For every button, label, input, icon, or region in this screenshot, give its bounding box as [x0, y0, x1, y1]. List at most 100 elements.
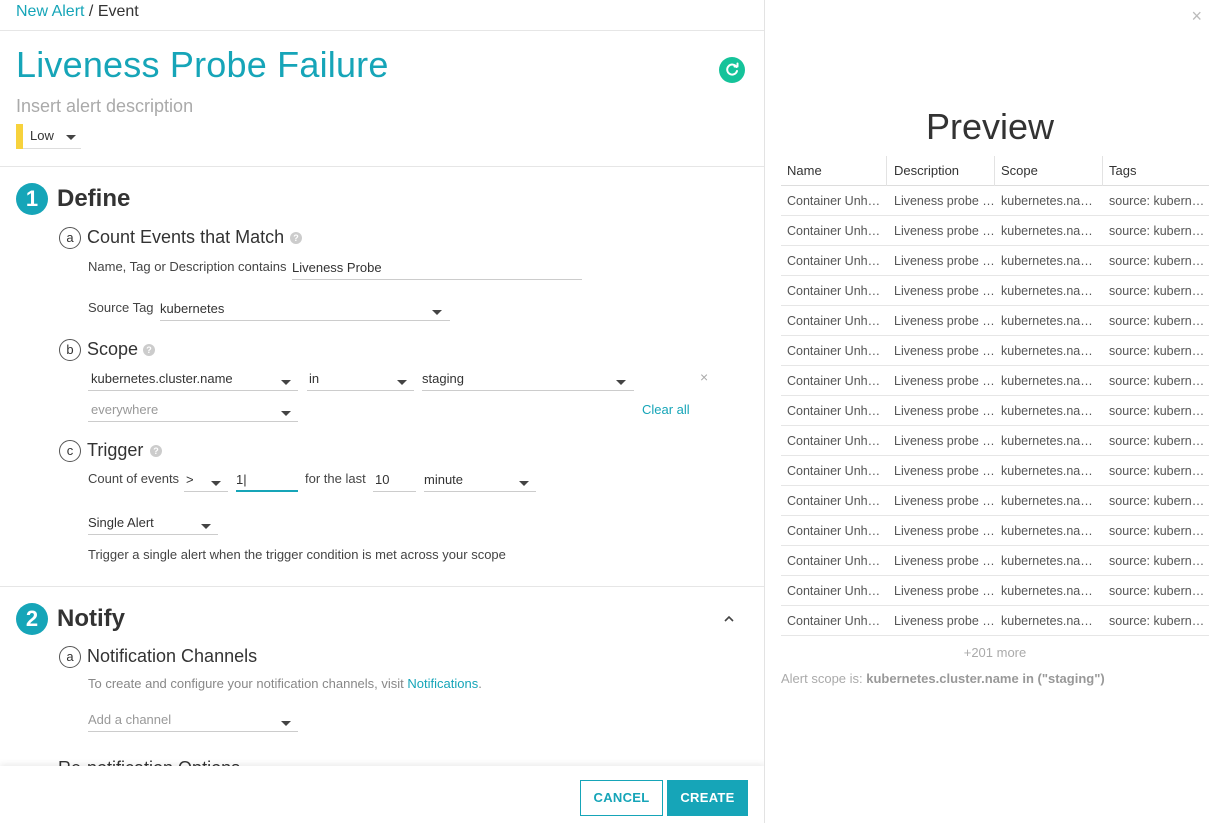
table-row[interactable]: Container Unhealthy Liveness probe failed… — [781, 516, 1209, 546]
source-tag-label: Source Tag — [88, 300, 154, 315]
table-row[interactable]: Container Unhealthy Liveness probe failed… — [781, 486, 1209, 516]
subsection-title-trigger: Trigger — [87, 440, 144, 460]
severity-select[interactable]: Low — [16, 124, 81, 149]
cell-name: Container Unhealthy — [787, 314, 887, 328]
cell-name: Container Unhealthy — [787, 524, 887, 538]
cell-tags: source: kubernetes — [1109, 554, 1209, 568]
cell-scope: kubernetes.namespace — [1001, 584, 1103, 598]
create-button[interactable]: CREATE — [667, 780, 748, 816]
table-row[interactable]: Container Unhealthy Liveness probe failed… — [781, 426, 1209, 456]
cell-tags: source: kubernetes — [1109, 614, 1209, 628]
cell-scope: kubernetes.namespace — [1001, 434, 1103, 448]
cell-description: Liveness probe failed — [894, 314, 995, 328]
channels-help-text: To create and configure your notificatio… — [88, 676, 482, 691]
trigger-help-text: Trigger a single alert when the trigger … — [88, 547, 506, 562]
breadcrumb-link-new-alert[interactable]: New Alert — [16, 3, 84, 20]
table-row[interactable]: Container Unhealthy Liveness probe failed… — [781, 306, 1209, 336]
caret-down-icon — [519, 481, 529, 486]
help-icon[interactable]: ? — [143, 344, 155, 356]
preview-title: Preview — [925, 106, 1055, 147]
column-header-tags[interactable]: Tags — [1103, 156, 1209, 186]
cell-scope: kubernetes.namespace — [1001, 284, 1103, 298]
close-icon[interactable]: × — [1191, 6, 1202, 27]
alert-mode-select[interactable]: Single Alert — [88, 511, 218, 535]
cell-description: Liveness probe failed — [894, 524, 995, 538]
cell-description: Liveness probe failed — [894, 434, 995, 448]
source-tag-select[interactable]: kubernetes — [160, 297, 450, 321]
scope-key-select[interactable]: kubernetes.cluster.name — [88, 367, 298, 391]
scope-key-value: kubernetes.cluster.name — [91, 371, 233, 386]
scope-value-select[interactable]: staging — [422, 367, 634, 391]
cell-tags: source: kubernetes — [1109, 464, 1209, 478]
more-events-count[interactable]: +201 more — [766, 645, 1214, 660]
table-row[interactable]: Container Unhealthy Liveness probe failed… — [781, 366, 1209, 396]
refresh-icon[interactable] — [719, 57, 745, 83]
cell-name: Container Unhealthy — [787, 554, 887, 568]
cell-scope: kubernetes.namespace — [1001, 254, 1103, 268]
scope-operator-select[interactable]: in — [307, 367, 414, 391]
table-header: Name Description Scope Tags — [781, 156, 1209, 186]
help-icon[interactable]: ? — [290, 232, 302, 244]
table-row[interactable]: Container Unhealthy Liveness probe failed… — [781, 456, 1209, 486]
cancel-button[interactable]: CANCEL — [580, 780, 663, 816]
substep-letter: b — [59, 339, 81, 361]
cell-description: Liveness probe failed — [894, 404, 995, 418]
help-icon[interactable]: ? — [150, 445, 162, 457]
table-row[interactable]: Container Unhealthy Liveness probe failed… — [781, 246, 1209, 276]
caret-down-icon — [432, 310, 442, 315]
cell-description: Liveness probe failed — [894, 374, 995, 388]
column-header-description[interactable]: Description — [888, 156, 995, 186]
cell-description: Liveness probe failed — [894, 464, 995, 478]
alert-title[interactable]: Liveness Probe Failure — [16, 44, 389, 86]
caret-down-icon — [281, 721, 291, 726]
caret-down-icon — [616, 380, 626, 385]
name-tag-description-input[interactable]: Liveness Probe — [292, 256, 582, 280]
remove-scope-icon[interactable]: × — [700, 369, 708, 385]
cell-name: Container Unhealthy — [787, 584, 887, 598]
divider — [0, 586, 764, 587]
cell-tags: source: kubernetes — [1109, 254, 1209, 268]
table-row[interactable]: Container Unhealthy Liveness probe failed… — [781, 546, 1209, 576]
substep-letter: a — [59, 227, 81, 249]
table-row[interactable]: Container Unhealthy Liveness probe failed… — [781, 336, 1209, 366]
alert-scope-value: kubernetes.cluster.name in ("staging") — [866, 671, 1105, 686]
trigger-threshold-input[interactable]: 1| — [236, 468, 298, 492]
caret-down-icon — [66, 135, 76, 140]
cell-scope: kubernetes.namespace — [1001, 464, 1103, 478]
subsection-title-renotify: Re-notification Options — [58, 758, 240, 766]
scope-add-select[interactable]: everywhere — [88, 398, 298, 422]
column-header-scope[interactable]: Scope — [995, 156, 1103, 186]
cell-description: Liveness probe failed — [894, 254, 995, 268]
trigger-operator-select[interactable]: > — [184, 468, 228, 492]
collapse-icon[interactable] — [722, 612, 736, 626]
table-row[interactable]: Container Unhealthy Liveness probe failed… — [781, 276, 1209, 306]
trigger-duration-input[interactable]: 10 — [373, 468, 416, 492]
channels-help-period: . — [478, 676, 482, 691]
table-row[interactable]: Container Unhealthy Liveness probe failed… — [781, 396, 1209, 426]
notifications-link[interactable]: Notifications — [407, 676, 478, 691]
table-row[interactable]: Container Unhealthy Liveness probe failed… — [781, 606, 1209, 636]
section-title-notify: Notify — [57, 605, 125, 632]
source-tag-value: kubernetes — [160, 301, 225, 316]
divider — [0, 166, 764, 167]
form-footer: CANCEL CREATE — [0, 766, 764, 823]
breadcrumb-separator: / — [84, 3, 98, 20]
table-row[interactable]: Container Unhealthy Liveness probe failed… — [781, 216, 1209, 246]
scope-add-placeholder: everywhere — [91, 402, 159, 417]
clear-all-link[interactable]: Clear all — [642, 402, 690, 417]
cell-scope: kubernetes.namespace — [1001, 224, 1103, 238]
trigger-operator-value: > — [186, 472, 194, 487]
caret-down-icon — [281, 380, 291, 385]
trigger-unit-select[interactable]: minute — [424, 468, 536, 492]
cell-scope: kubernetes.namespace — [1001, 194, 1103, 208]
cell-tags: source: kubernetes — [1109, 524, 1209, 538]
add-channel-select[interactable]: Add a channel — [88, 708, 298, 732]
breadcrumb-current: Event — [97, 3, 139, 20]
cell-tags: source: kubernetes — [1109, 344, 1209, 358]
column-header-name[interactable]: Name — [781, 156, 887, 186]
table-row[interactable]: Container Unhealthy Liveness probe failed… — [781, 576, 1209, 606]
table-row[interactable]: Container Unhealthy Liveness probe failed… — [781, 186, 1209, 216]
alert-description-input[interactable]: Insert alert description — [16, 96, 193, 117]
cell-name: Container Unhealthy — [787, 254, 887, 268]
cell-description: Liveness probe failed — [894, 194, 995, 208]
